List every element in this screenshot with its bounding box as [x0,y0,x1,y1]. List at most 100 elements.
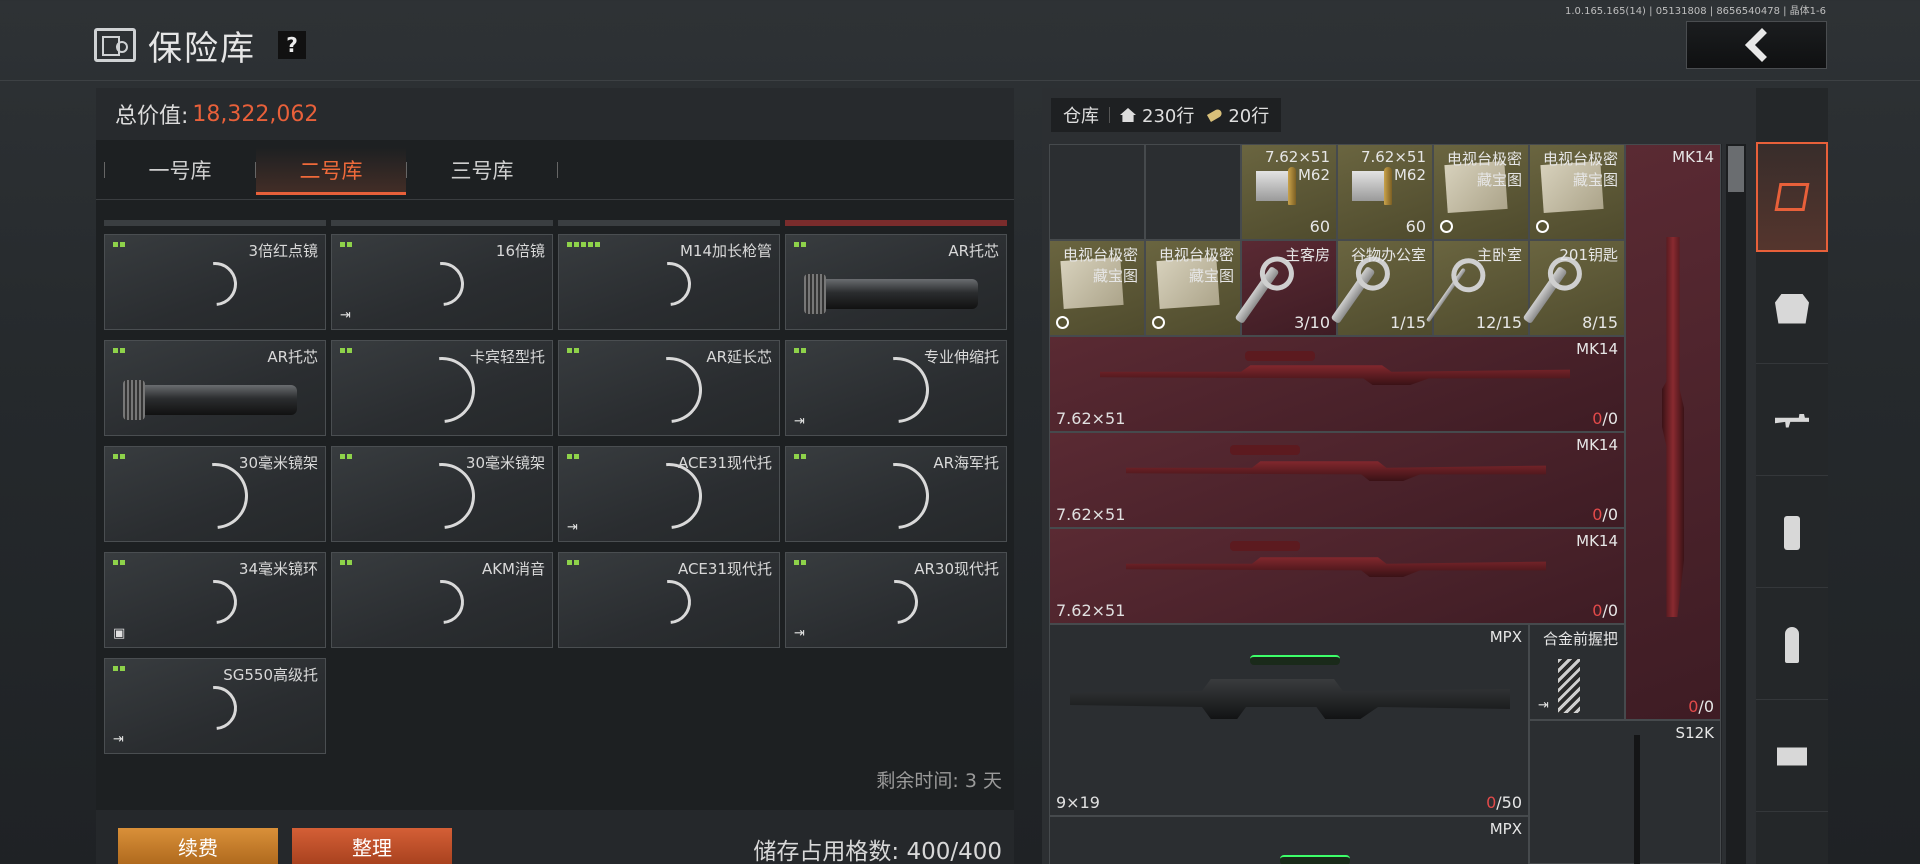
key-item[interactable]: 201钥匙 8/15 [1522,240,1625,336]
key-name: 主客房 [1284,246,1330,264]
rifle-image [1070,679,1510,719]
vault-item[interactable]: AR托芯 [785,234,1007,330]
treasure-map-item[interactable]: 电视台极密 藏宝图 [1433,144,1529,240]
vault-item[interactable]: 34毫米镜环 ▣ [104,552,326,648]
clock-icon [1152,316,1165,329]
vault-item[interactable]: AR海军托 [785,446,1007,543]
mk14-item[interactable]: MK14 7.62×51 0/0 [1049,336,1625,432]
help-button[interactable]: ? [278,31,306,59]
item-name: AR托芯 [948,242,999,260]
vault-item[interactable]: AR延长芯 [558,340,780,437]
vault-item-grid: 3倍红点镜 16倍镜 ⇥ M14加长枪管 AR托芯 AR托芯 卡宾轻型托 AR延长芯 专业伸缩托… [104,234,1008,754]
all-items-icon [1774,183,1810,211]
rarity-dots [794,348,806,353]
key-item[interactable]: 主卧室 12/15 [1426,240,1529,336]
weapon-name: MPX [1489,628,1522,646]
magazine-icon [1784,515,1800,550]
warehouse-grid: 7.62×51 M62 60 7.62×51 M62 60 电视台极密 藏宝图 电视台… [1049,144,1722,864]
warehouse-header: 仓库 230行 20行 [1051,98,1282,132]
mk14-vertical-item[interactable]: MK14 0/0 [1625,144,1721,720]
chevron-left-icon [1744,28,1779,62]
scope-image [1245,351,1315,361]
vault-item[interactable]: 30毫米镜架 [331,446,553,543]
tab-vault-2[interactable]: 二号库 [256,147,406,195]
mk14-item[interactable]: MK14 7.62×51 0/0 [1049,432,1625,528]
mpx-item[interactable]: MPX 9×19 0/50 [1049,624,1529,816]
weapon-caliber: 9×19 [1056,793,1100,812]
category-armor[interactable] [1756,254,1828,364]
tab-separator [557,162,558,178]
vault-item[interactable]: 16倍镜 ⇥ [331,234,553,330]
item-name: AR托芯 [267,348,318,366]
export-icon: ⇥ [340,308,351,323]
empty-slot[interactable] [1049,144,1145,240]
rarity-dots [794,560,806,565]
category-ammo[interactable] [1756,590,1828,700]
sort-button[interactable]: 整理 [292,828,452,864]
scrollbar-thumb[interactable] [1728,146,1744,192]
rarity-dots [567,242,600,247]
vault-item[interactable]: ACE31现代托 ⇥ [558,446,780,543]
vault-item[interactable]: AKM消音 [331,552,553,648]
item-name: AR海军托 [933,454,999,472]
item-name: ACE31现代托 [677,454,772,472]
durability: 0/0 [1688,697,1714,716]
mpx-item[interactable]: MPX [1049,816,1529,864]
back-button[interactable] [1686,21,1827,69]
item-name: ACE31现代托 [677,560,772,578]
renew-button[interactable]: 续费 [118,828,278,864]
empty-slot[interactable] [1145,144,1241,240]
ammo-item[interactable]: 7.62×51 M62 60 [1241,144,1337,240]
vault-item[interactable]: SG550高级托 ⇥ [104,658,326,754]
item-name: 3倍红点镜 [248,242,318,260]
rarity-dots [567,454,579,459]
key-item[interactable]: 谷物办公室 1/15 [1330,240,1433,336]
grip-item[interactable]: 合金前握把 ⇥ [1529,624,1625,720]
durability: 0/0 [1592,409,1618,428]
category-magazines[interactable] [1756,478,1828,588]
ammo-icon [1785,626,1799,663]
vault-footer: 剩余时间: 3 天 [96,766,1014,794]
mk14-item[interactable]: MK14 7.62×51 0/0 [1049,528,1625,624]
key-item[interactable]: 主客房 3/10 [1234,240,1337,336]
key-uses: 8/15 [1582,313,1618,332]
export-icon: ⇥ [794,626,805,641]
treasure-map-item[interactable]: 电视台极密 藏宝图 [1529,144,1625,240]
vault-item[interactable]: 卡宾轻型托 [331,340,553,437]
tab-vault-1[interactable]: 一号库 [105,147,255,193]
warehouse-scrollbar[interactable] [1726,144,1746,864]
s12k-item[interactable]: S12K [1529,720,1721,864]
key-icon [1522,265,1568,325]
item-name: AR延长芯 [706,348,772,366]
rarity-dots [113,454,125,459]
durability: 0/0 [1592,505,1618,524]
warehouse-rows: 230行 [1142,106,1195,127]
vault-item[interactable]: AR30现代托 ⇥ [785,552,1007,648]
category-weapons[interactable] [1756,366,1828,476]
vault-item[interactable]: 30毫米镜架 [104,446,326,543]
vault-item[interactable]: ACE31现代托 [558,552,780,648]
category-attachments[interactable] [1756,702,1828,812]
storage-usage: 储存占用格数: 400/400 [753,839,1002,864]
item-name: AR30现代托 [914,560,999,578]
key-name: 谷物办公室 [1350,246,1426,264]
rarity-dots [113,560,125,565]
version-text: 1.0.165.165(14) | 05131808 | 8656540478 … [1565,6,1826,17]
loading-ring-icon [622,343,716,437]
vault-item[interactable]: AR托芯 [104,340,326,436]
vault-item[interactable]: 3倍红点镜 [104,234,326,330]
weapon-name: MK14 [1576,436,1618,454]
treasure-map-item[interactable]: 电视台极密 藏宝图 [1049,240,1145,336]
vault-item[interactable]: M14加长枪管 [558,234,780,330]
rarity-dots [340,242,352,247]
item-name: SG550高级托 [223,666,318,684]
key-icon [1234,265,1280,325]
vault-item[interactable]: 专业伸缩托 ⇥ [785,340,1007,437]
ammo-item[interactable]: 7.62×51 M62 60 [1337,144,1433,240]
tab-vault-3[interactable]: 三号库 [407,147,557,193]
total-value: 18,322,062 [192,101,319,127]
category-all[interactable] [1756,142,1828,252]
armor-icon [1775,293,1809,324]
map-label: 电视台极密 藏宝图 [1062,246,1138,285]
treasure-map-item[interactable]: 电视台极密 藏宝图 [1145,240,1241,336]
